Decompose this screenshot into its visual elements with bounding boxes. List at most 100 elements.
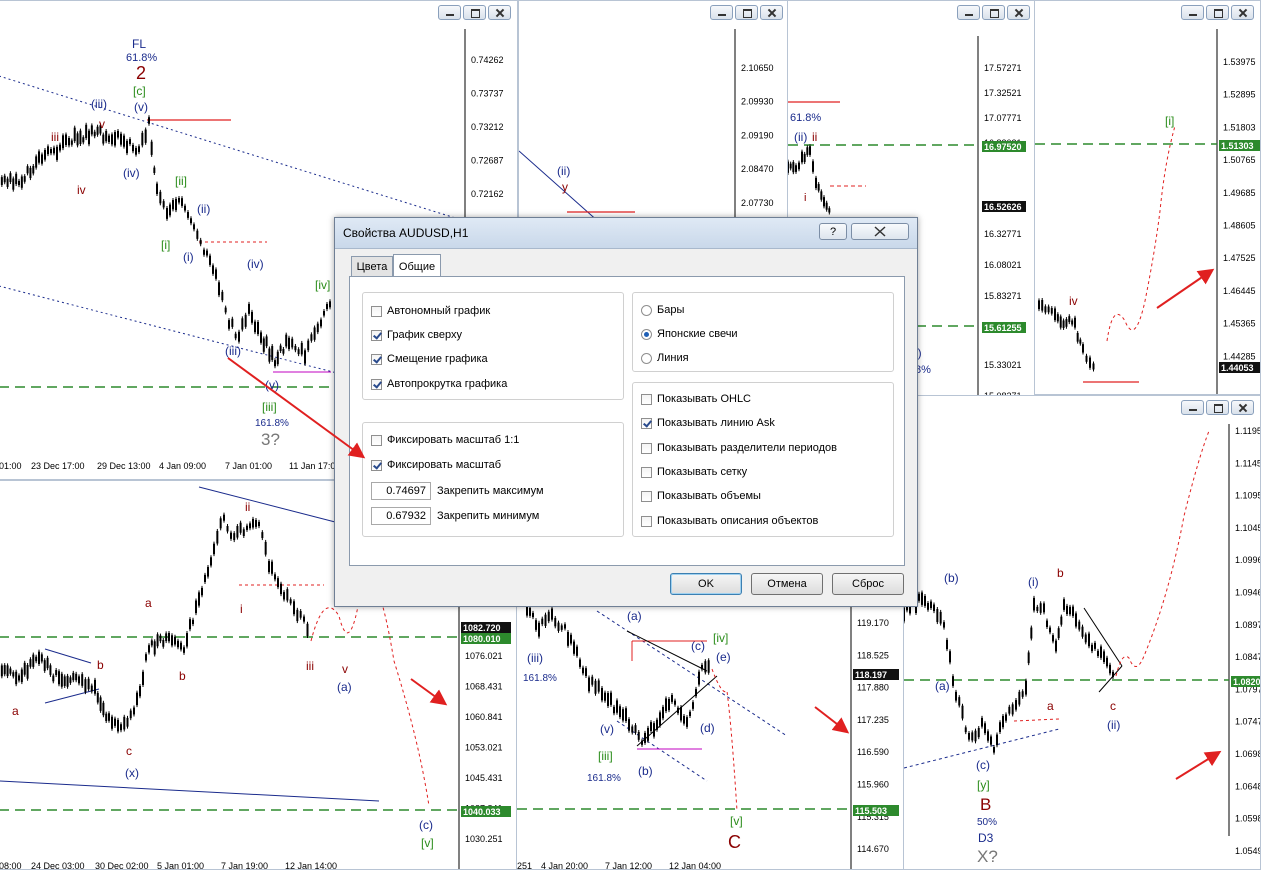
checkbox[interactable] [641, 515, 652, 527]
candle-body [662, 706, 664, 719]
candle-body [296, 609, 299, 622]
candle-body [282, 348, 285, 354]
maximize-button[interactable] [1206, 400, 1229, 415]
option-label: Автопрокрутка графика [387, 378, 508, 390]
radio[interactable] [641, 352, 652, 364]
candle-body [241, 318, 244, 330]
checkbox[interactable] [641, 466, 652, 478]
dialog-title-bar[interactable]: Свойства AUDUSD,H1 ? [335, 218, 917, 249]
option-show-object-descriptions[interactable]: Показывать описания объектов [641, 515, 818, 527]
ok-button[interactable]: OK [670, 573, 742, 595]
candle-body [142, 671, 144, 685]
close-dialog-button[interactable] [851, 223, 909, 240]
minimize-button[interactable] [957, 5, 980, 20]
option-label: Показывать сетку [657, 466, 748, 478]
fix-max-input[interactable] [371, 482, 431, 500]
candle-body [1025, 680, 1027, 695]
option-show-grid[interactable]: Показывать сетку [641, 466, 747, 478]
close-button[interactable] [1231, 400, 1254, 415]
option-show-volumes[interactable]: Показывать объемы [641, 490, 761, 502]
option-offline-chart[interactable]: Автономный график [371, 305, 490, 317]
candle-body [921, 592, 923, 605]
radio[interactable] [641, 304, 652, 316]
option-label: Показывать линию Ask [657, 417, 775, 429]
price-chart[interactable]: 119.170 118.525 117.880 117.235 116.590 115.9… [517, 601, 908, 870]
option-chart-shift[interactable]: Смещение графика [371, 353, 488, 365]
candle-body [1112, 671, 1114, 678]
close-button[interactable] [1231, 5, 1254, 20]
candle-body [958, 697, 961, 706]
candle-body [316, 323, 319, 333]
option-fix-scale-1-1[interactable]: Фиксировать масштаб 1:1 [371, 434, 519, 446]
checkbox[interactable] [371, 305, 382, 317]
close-button[interactable] [760, 5, 783, 20]
candle-body [3, 175, 6, 183]
wave-label: 3? [261, 430, 280, 449]
option-fix-scale[interactable]: Фиксировать масштаб [371, 459, 501, 471]
candle-body [196, 230, 199, 239]
candle-body [230, 532, 232, 539]
tab-colors[interactable]: Цвета [351, 256, 393, 276]
properties-dialog[interactable]: Свойства AUDUSD,H1 ? Цвета Общие Автоном… [334, 217, 918, 607]
reset-button[interactable]: Сброс [832, 573, 904, 595]
checkbox[interactable] [371, 459, 382, 471]
minimize-button[interactable] [438, 5, 461, 20]
help-button[interactable]: ? [819, 223, 847, 240]
checkbox[interactable] [371, 378, 382, 390]
maximize-button[interactable] [982, 5, 1005, 20]
price-chart[interactable]: 1.53975 1.52895 1.51803 1.50765 1.49685 1.486… [1035, 1, 1261, 395]
option-show-ask-line[interactable]: Показывать линию Ask [641, 417, 775, 429]
candle-body [1057, 628, 1060, 639]
price-chart[interactable]: 1.1195 1.1145 1.1095 1.1045 1.0996 1.0946 1.08… [904, 396, 1261, 870]
candle-body [207, 566, 209, 577]
wave-label: (iii) [225, 344, 241, 358]
minimize-button[interactable] [710, 5, 733, 20]
price-tag: 118.197 [855, 670, 887, 680]
checkbox[interactable] [371, 329, 382, 341]
maximize-button[interactable] [735, 5, 758, 20]
date-tick-label: 251 [517, 861, 532, 870]
option-candles[interactable]: Японские свечи [641, 328, 738, 340]
candle-body [825, 202, 828, 210]
dialog-title: Свойства AUDUSD,H1 [343, 226, 469, 240]
maximize-button[interactable] [1206, 5, 1229, 20]
candle-body [689, 711, 691, 717]
maximize-button[interactable] [463, 5, 486, 20]
checkbox[interactable] [641, 417, 652, 429]
checkbox[interactable] [641, 393, 652, 405]
candle-body [1100, 646, 1102, 658]
option-chart-on-top[interactable]: График сверху [371, 329, 462, 341]
candle-body [159, 635, 162, 642]
fix-min-input[interactable] [371, 507, 431, 525]
candle-body [286, 589, 289, 601]
minimize-button[interactable] [1181, 400, 1204, 415]
close-button[interactable] [488, 5, 511, 20]
close-button[interactable] [1007, 5, 1030, 20]
candle-body [529, 607, 531, 616]
option-show-period-separators[interactable]: Показывать разделители периодов [641, 442, 837, 454]
option-line[interactable]: Линия [641, 352, 689, 364]
option-show-ohlc[interactable]: Показывать OHLC [641, 393, 751, 405]
checkbox[interactable] [641, 490, 652, 502]
checkbox[interactable] [371, 434, 382, 446]
chart-window-bottom-right[interactable]: 1.1195 1.1145 1.1095 1.1045 1.0996 1.0946 1.08… [903, 395, 1261, 870]
candle-body [1082, 344, 1084, 353]
wave-label: (iv) [123, 166, 140, 180]
checkbox[interactable] [371, 353, 382, 365]
radio[interactable] [641, 328, 652, 340]
chart-window-bottom-middle[interactable]: 119.170 118.525 117.880 117.235 116.590 115.9… [516, 600, 908, 870]
candle-body [1072, 606, 1074, 616]
option-bars[interactable]: Бары [641, 304, 684, 316]
candle-body [43, 660, 46, 671]
cancel-button[interactable]: Отмена [751, 573, 823, 595]
date-tick-label: 7 Jan 19:00 [221, 861, 268, 870]
chart-window-far-right[interactable]: 1.53975 1.52895 1.51803 1.50765 1.49685 1.486… [1034, 0, 1261, 395]
tab-general[interactable]: Общие [393, 254, 441, 276]
price-tick-label: 1.0946 [1235, 588, 1261, 598]
price-tick-label: 115.960 [857, 780, 889, 790]
option-autoscroll[interactable]: Автопрокрутка графика [371, 378, 507, 390]
minimize-button[interactable] [1181, 5, 1204, 20]
wave-label: c [126, 744, 132, 758]
candle-body [557, 622, 560, 631]
checkbox[interactable] [641, 442, 652, 454]
